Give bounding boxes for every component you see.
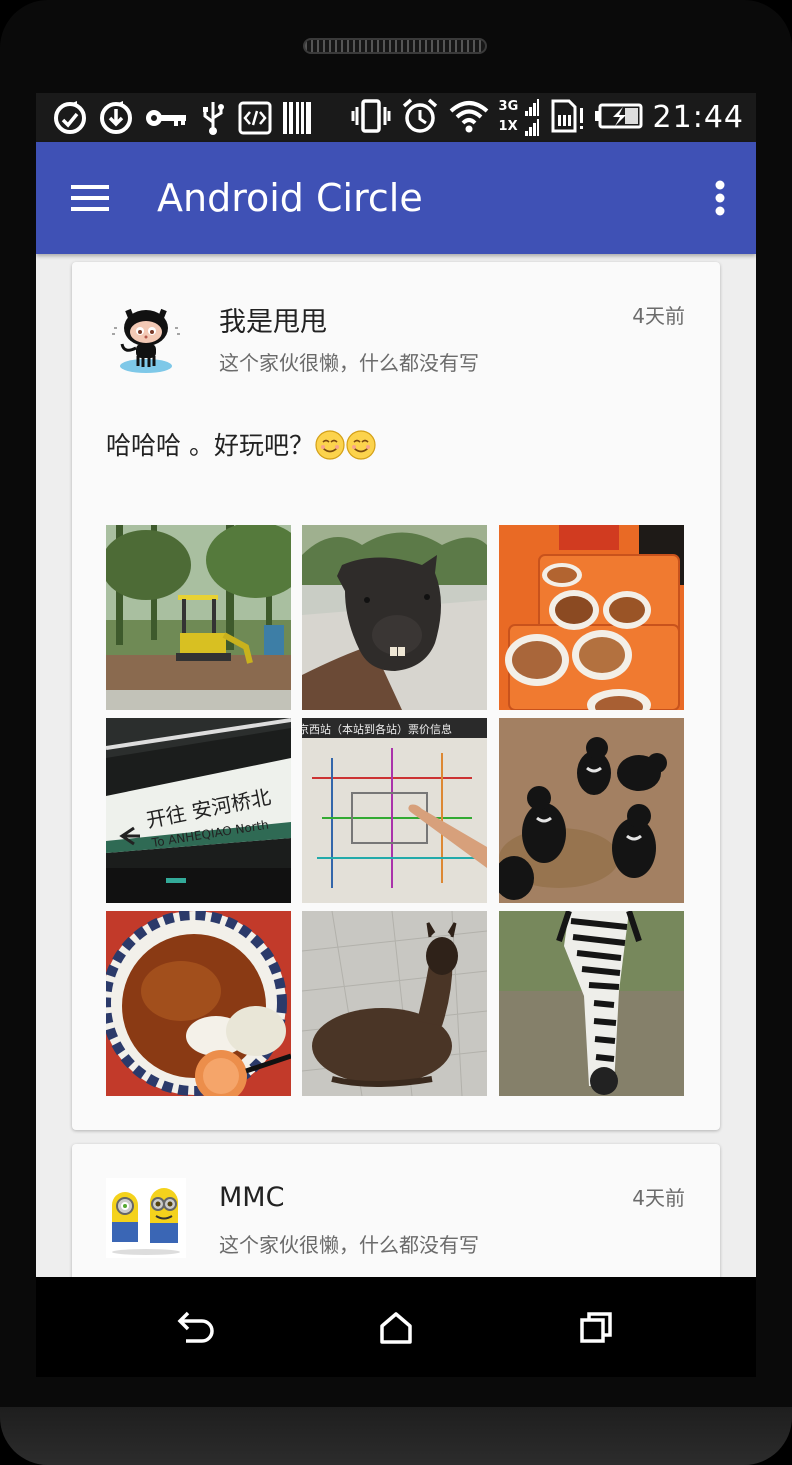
subway-map-caption: 京西站（本站到各站）票价信息 — [302, 722, 452, 736]
alpaca-lying-photo[interactable] — [302, 911, 487, 1096]
octocat-avatar[interactable] — [106, 296, 186, 376]
black-bears-photo[interactable] — [499, 718, 684, 903]
post-content: 哈哈哈 。好玩吧？ — [106, 426, 376, 462]
food-trays-photo[interactable] — [499, 525, 684, 710]
code-icon — [238, 101, 272, 135]
wifi-icon — [449, 99, 489, 137]
post-card[interactable]: 我是甩甩 这个家伙很懒，什么都没有写 4天前 哈哈哈 。好玩吧？ 开往 安河桥北… — [72, 262, 720, 1130]
alarm-icon — [401, 97, 439, 139]
app-toolbar: Android Circle — [36, 142, 756, 254]
barcode-icon — [282, 101, 312, 135]
post-signature: 这个家伙很懒，什么都没有写 — [219, 351, 479, 375]
network-type-top: 3G — [498, 98, 519, 114]
more-vert-icon[interactable] — [704, 172, 736, 224]
screen: 3G 1X 21:44 Android Circle 我是甩甩 这个家伙很懒，什… — [36, 93, 756, 1277]
subway-sign-photo[interactable]: 开往 安河桥北 To ANHEQIAO North — [106, 718, 291, 903]
rice-bowl-photo[interactable] — [106, 911, 291, 1096]
post-time: 4天前 — [632, 1186, 685, 1210]
status-bar-right-icons: 3G 1X 21:44 — [351, 97, 744, 139]
vibrate-icon — [351, 98, 391, 138]
sync-icon — [52, 100, 88, 136]
post-signature: 这个家伙很懒，什么都没有写 — [219, 1233, 479, 1257]
battery-charging-icon — [594, 102, 643, 134]
subway-map-photo[interactable]: 京西站（本站到各站）票价信息 — [302, 718, 487, 903]
home-icon[interactable] — [366, 1303, 426, 1353]
phone-chin — [0, 1407, 792, 1465]
clock: 21:44 — [652, 100, 744, 135]
minions-avatar[interactable] — [106, 1178, 186, 1258]
hamburger-menu-icon[interactable] — [60, 172, 120, 224]
zebra-grazing-photo[interactable] — [499, 911, 684, 1096]
smiling-face-emoji — [315, 430, 345, 460]
earpiece-speaker — [303, 38, 487, 54]
app-title: Android Circle — [157, 176, 423, 220]
post-content-text: 哈哈哈 。好玩吧？ — [106, 431, 314, 460]
recents-icon[interactable] — [566, 1303, 626, 1353]
feed-list[interactable]: 我是甩甩 这个家伙很懒，什么都没有写 4天前 哈哈哈 。好玩吧？ 开往 安河桥北… — [36, 254, 756, 1277]
sync-download-icon — [98, 100, 134, 136]
key-icon — [144, 100, 188, 136]
usb-icon — [198, 100, 228, 136]
photo-grid: 开往 安河桥北 To ANHEQIAO North 京西站（本站到各站）票价信息 — [106, 525, 684, 1097]
llama-closeup-photo[interactable] — [302, 525, 487, 710]
back-icon[interactable] — [166, 1303, 226, 1353]
status-bar: 3G 1X 21:44 — [36, 93, 756, 142]
post-nickname[interactable]: MMC — [219, 1182, 284, 1213]
navigation-bar — [36, 1277, 756, 1377]
post-nickname[interactable]: 我是甩甩 — [219, 300, 327, 339]
status-bar-left-icons — [52, 99, 312, 136]
excavator-ride-photo[interactable] — [106, 525, 291, 710]
sim-alert-icon — [549, 98, 585, 138]
post-card[interactable]: MMC 这个家伙很懒，什么都没有写 4天前 — [72, 1144, 720, 1277]
phone-frame: 3G 1X 21:44 Android Circle 我是甩甩 这个家伙很懒，什… — [0, 0, 792, 1465]
post-time: 4天前 — [632, 304, 685, 328]
signal-icon: 3G 1X — [498, 98, 539, 137]
smiling-face-emoji — [346, 430, 376, 460]
network-type-bottom: 1X — [498, 118, 518, 134]
